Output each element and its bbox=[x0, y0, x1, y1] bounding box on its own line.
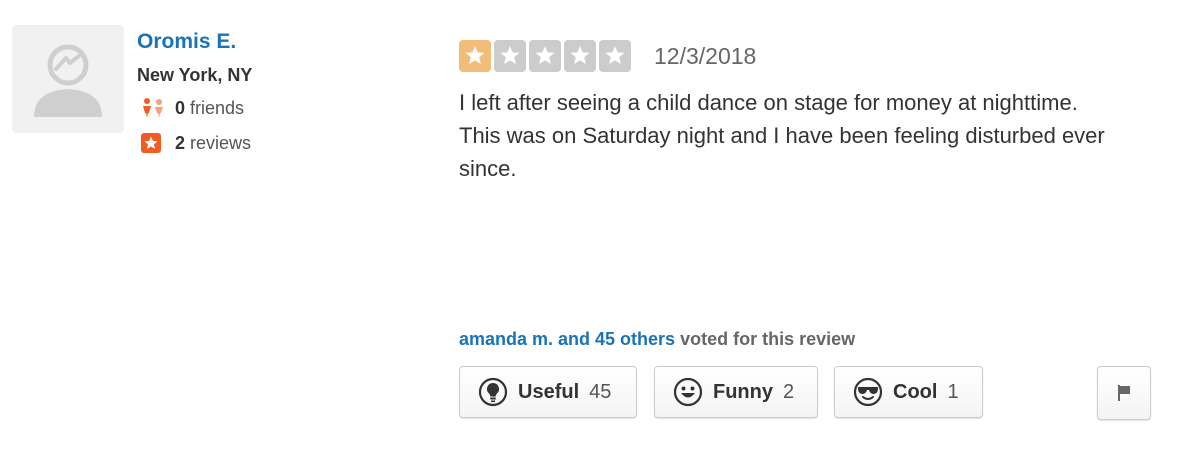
user-avatar[interactable] bbox=[12, 25, 124, 133]
funny-label: Funny bbox=[713, 380, 773, 403]
reviews-count: 2 bbox=[175, 132, 186, 153]
voters-link[interactable]: amanda m. and 45 others bbox=[459, 329, 675, 349]
review-date: 12/3/2018 bbox=[654, 43, 757, 69]
vote-summary-suffix: voted for this review bbox=[675, 329, 856, 349]
star-empty-icon bbox=[494, 40, 526, 72]
vote-summary: amanda m. and 45 others voted for this r… bbox=[459, 329, 855, 350]
flag-review-button[interactable] bbox=[1097, 366, 1151, 420]
star-empty-icon bbox=[599, 40, 631, 72]
user-location: New York, NY bbox=[137, 65, 253, 85]
useful-label: Useful bbox=[518, 380, 580, 403]
star-empty-icon bbox=[529, 40, 561, 72]
funny-count: 2 bbox=[783, 380, 795, 403]
default-user-icon bbox=[34, 44, 102, 117]
smile-face-icon bbox=[673, 377, 703, 407]
flag-icon bbox=[1118, 385, 1130, 401]
friends-stat: 0 friends bbox=[140, 97, 244, 119]
user-name-link[interactable]: Oromis E. bbox=[137, 30, 236, 54]
useful-count: 45 bbox=[589, 380, 612, 403]
reviews-label: reviews bbox=[190, 132, 252, 153]
friends-count: 0 bbox=[175, 97, 186, 118]
cool-label: Cool bbox=[893, 380, 938, 403]
friends-label: friends bbox=[190, 97, 245, 118]
useful-button[interactable]: Useful 45 bbox=[459, 366, 637, 418]
review-star-badge-icon bbox=[140, 132, 166, 154]
cool-count: 1 bbox=[947, 380, 959, 403]
star-empty-icon bbox=[564, 40, 596, 72]
sunglasses-face-icon bbox=[853, 377, 883, 407]
cool-button[interactable]: Cool 1 bbox=[834, 366, 983, 418]
friends-icon bbox=[140, 97, 166, 119]
star-rating bbox=[459, 40, 631, 72]
funny-button[interactable]: Funny 2 bbox=[654, 366, 818, 418]
lightbulb-icon bbox=[478, 377, 508, 407]
reviews-stat: 2 reviews bbox=[140, 132, 251, 154]
review-text: I left after seeing a child dance on sta… bbox=[459, 90, 1105, 181]
star-filled-icon bbox=[459, 40, 491, 72]
